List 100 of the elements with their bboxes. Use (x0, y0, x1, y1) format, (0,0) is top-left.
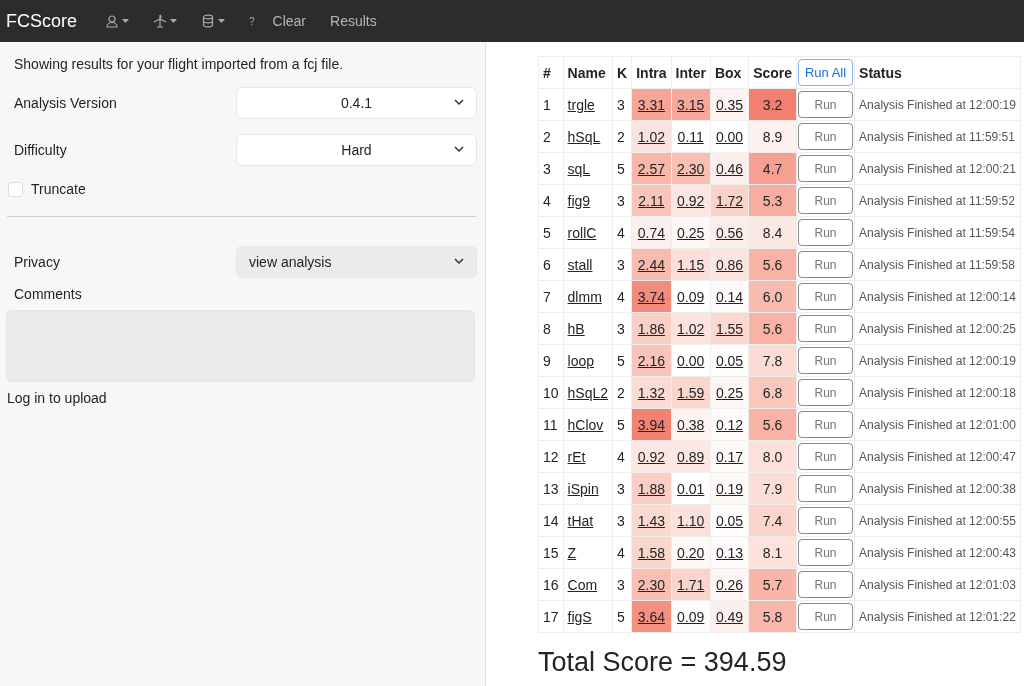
run-button[interactable]: Run (798, 315, 854, 342)
score-cell: 5.6 (748, 408, 797, 441)
score-cell: 7.9 (748, 472, 797, 505)
score-cell: 5.7 (748, 568, 797, 601)
table-cell: 12 (538, 440, 564, 473)
status-cell: Analysis Finished at 11:59:51 (854, 120, 1021, 153)
table-cell: 7 (538, 280, 564, 313)
column-header: Name (563, 56, 613, 89)
run-button[interactable]: Run (798, 475, 854, 502)
status-cell: Analysis Finished at 12:00:47 (854, 440, 1021, 473)
login-text: Log in to upload (6, 390, 108, 406)
score-cell: 6.0 (748, 280, 797, 313)
run-button[interactable]: Run (798, 219, 854, 246)
table-cell: 3 (538, 152, 564, 185)
run-button[interactable]: Run (798, 411, 854, 438)
plane-menu[interactable] (153, 14, 177, 28)
table-cell: 4 (612, 280, 632, 313)
table-cell: 4 (612, 536, 632, 569)
table-cell: 5 (538, 216, 564, 249)
status-cell: Analysis Finished at 11:59:54 (854, 216, 1021, 249)
name-link[interactable]: hB (567, 320, 585, 337)
checkbox[interactable] (8, 181, 23, 197)
run-button[interactable]: Run (798, 155, 854, 182)
table-cell: 2 (538, 120, 564, 153)
nav-link[interactable]: Clear (272, 13, 307, 29)
status-cell: Analysis Finished at 12:01:22 (854, 600, 1021, 633)
table-cell: 11 (538, 408, 564, 441)
run-button[interactable]: Run (798, 507, 854, 534)
select-field[interactable]: Hard (236, 133, 477, 166)
chevron-icon (454, 257, 464, 265)
brand-logo[interactable]: FCScore (6, 10, 77, 32)
database-menu[interactable] (201, 14, 225, 28)
select-field[interactable]: 0.4.1 (236, 86, 477, 119)
name-link[interactable]: Z (567, 544, 577, 561)
user-menu[interactable] (105, 14, 129, 28)
run-button[interactable]: Run (798, 443, 854, 470)
table-cell: 9 (538, 344, 564, 377)
status-cell: Analysis Finished at 12:01:03 (854, 568, 1021, 601)
database-icon (201, 14, 215, 28)
table-cell: 5 (612, 344, 632, 377)
score-cell: 8.0 (748, 440, 797, 473)
checkbox-label: Truncate (31, 181, 86, 197)
column-header: K (612, 56, 632, 89)
score-cell: 8.9 (748, 120, 797, 153)
score-cell: 3.2 (748, 88, 797, 121)
caret-icon (122, 19, 129, 23)
table-cell: 10 (538, 376, 564, 409)
status-cell: Analysis Finished at 12:00:18 (854, 376, 1021, 409)
run-button[interactable]: Run (798, 251, 854, 278)
caret-icon (170, 19, 177, 23)
run-button[interactable]: Run (798, 603, 854, 630)
caret-icon (218, 19, 225, 23)
field-label: Analysis Version (13, 94, 118, 111)
table-cell: 2 (612, 120, 632, 153)
table-cell: 3 (612, 568, 632, 601)
table-cell: 17 (538, 600, 564, 633)
run-button[interactable]: Run (798, 283, 854, 310)
run-button[interactable]: Run (798, 539, 854, 566)
table-cell: 3 (612, 184, 632, 217)
table-cell: 3 (612, 312, 632, 345)
select-field[interactable]: view analysis (236, 245, 477, 278)
table-cell: 3 (612, 88, 632, 121)
table-cell: 13 (538, 472, 564, 505)
column-header: Score (748, 56, 797, 89)
run-button[interactable]: Run (798, 347, 854, 374)
table-cell: 3 (612, 472, 632, 505)
score-cell: 5.8 (748, 600, 797, 633)
table-cell: 8 (538, 312, 564, 345)
table-cell: 15 (538, 536, 564, 569)
run-button[interactable]: Run (798, 91, 854, 118)
table-cell: 1 (538, 88, 564, 121)
score-cell: 5.6 (748, 248, 797, 281)
status-cell: Analysis Finished at 12:00:21 (854, 152, 1021, 185)
table-cell: 4 (612, 216, 632, 249)
status-cell: Analysis Finished at 12:00:43 (854, 536, 1021, 569)
status-cell: Analysis Finished at 12:00:14 (854, 280, 1021, 313)
table-cell: 5 (612, 600, 632, 633)
status-cell: Analysis Finished at 12:01:00 (854, 408, 1021, 441)
run-button[interactable]: Run (798, 187, 854, 214)
status-cell: Analysis Finished at 12:00:38 (854, 472, 1021, 505)
run-all-button[interactable]: Run All (798, 59, 854, 86)
run-button[interactable]: Run (798, 571, 854, 598)
chevron-icon (454, 98, 464, 106)
user-icon (105, 14, 119, 28)
score-cell: 7.4 (748, 504, 797, 537)
status-cell: Analysis Finished at 12:00:55 (854, 504, 1021, 537)
column-header: # (538, 56, 564, 89)
nav-link[interactable]: Results (330, 13, 377, 29)
run-button[interactable]: Run (798, 123, 854, 150)
chevron-icon (454, 145, 464, 153)
score-cell: 4.7 (748, 152, 797, 185)
field-label: Privacy (13, 253, 61, 270)
run-button[interactable]: Run (798, 379, 854, 406)
table-cell: 14 (538, 504, 564, 537)
help-link[interactable]: ? (249, 15, 255, 27)
name-link[interactable]: rEt (567, 448, 586, 465)
plane-icon (153, 14, 167, 28)
score-cell: 5.3 (748, 184, 797, 217)
column-header: Inter (671, 56, 711, 89)
table-cell: 5 (612, 152, 632, 185)
